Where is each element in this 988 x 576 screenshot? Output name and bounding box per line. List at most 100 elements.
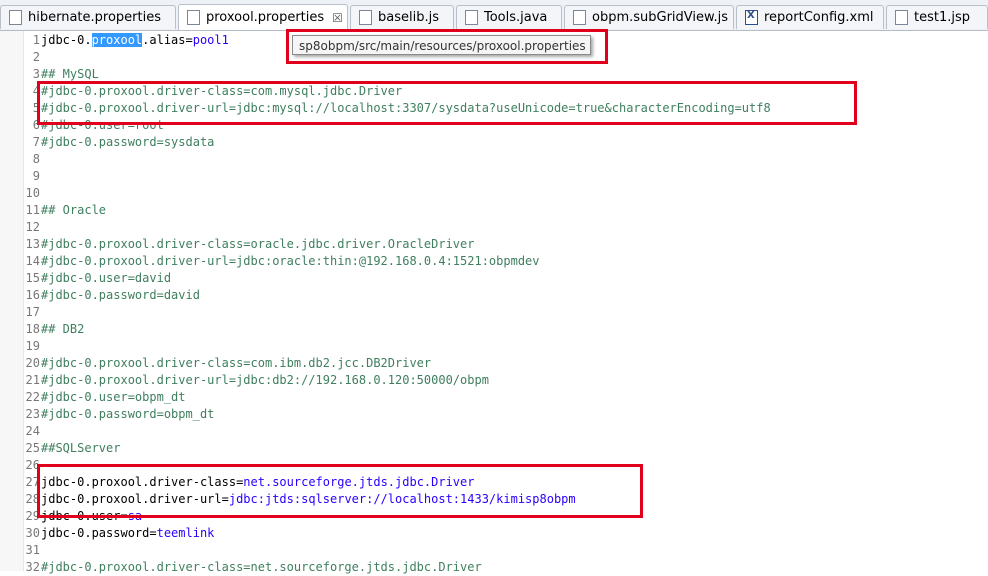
code-line[interactable]: 30 jdbc-0.password=teemlink <box>0 525 988 542</box>
line-code: #jdbc-0.password=david <box>41 287 200 304</box>
code-token: #jdbc-0.proxool.driver-url=jdbc:mysql://… <box>41 101 771 115</box>
code-token: #jdbc-0.user=obpm_dt <box>41 390 186 404</box>
code-line[interactable]: 19 <box>0 338 988 355</box>
code-token: #jdbc-0.password=david <box>41 288 200 302</box>
line-number: 3 <box>32 67 40 81</box>
line-code: ## DB2 <box>41 321 84 338</box>
line-number: 10 <box>25 186 40 200</box>
code-line[interactable]: 17 <box>0 304 988 321</box>
code-line[interactable]: 15 #jdbc-0.user=david <box>0 270 988 287</box>
line-number: 24 <box>25 424 40 438</box>
code-line[interactable]: 4 #jdbc-0.proxool.driver-class=com.mysql.… <box>0 83 988 100</box>
code-token: #jdbc-0.password=obpm_dt <box>41 407 215 421</box>
js-file-icon <box>359 10 372 25</box>
code-line[interactable]: 12 <box>0 219 988 236</box>
line-number: 16 <box>25 288 40 302</box>
code-token: #jdbc-0.proxool.driver-url=jdbc:oracle:t… <box>41 254 540 268</box>
code-line[interactable]: 22 #jdbc-0.user=obpm_dt <box>0 389 988 406</box>
code-token: .alias= <box>142 33 193 47</box>
code-token: jdbc:jtds:sqlserver://localhost:1433/kim… <box>228 492 576 506</box>
line-code: #jdbc-0.proxool.driver-url=jdbc:oracle:t… <box>41 253 540 270</box>
code-token: #jdbc-0.proxool.driver-class=net.sourcef… <box>41 560 482 574</box>
tab-tools-java[interactable]: Tools.java <box>456 5 562 29</box>
line-code: jdbc-0.proxool.driver-class=net.sourcefo… <box>41 474 474 491</box>
code-line[interactable]: 18 ## DB2 <box>0 321 988 338</box>
code-token: jdbc-0.password= <box>41 526 157 540</box>
code-line[interactable]: 8 <box>0 151 988 168</box>
code-token: #jdbc-0.proxool.driver-class=com.mysql.j… <box>41 84 403 98</box>
line-number: 19 <box>25 339 40 353</box>
tab-baselib-js[interactable]: baselib.js <box>350 5 454 29</box>
tab-label: obpm.subGridView.js <box>592 10 728 25</box>
code-token: ## DB2 <box>41 322 85 336</box>
code-token: #jdbc-0.user=david <box>41 271 172 285</box>
tab-label: baselib.js <box>378 10 439 25</box>
tab-label: proxool.properties <box>206 10 325 25</box>
code-line[interactable]: 7 #jdbc-0.password=sysdata <box>0 134 988 151</box>
code-line[interactable]: 20 #jdbc-0.proxool.driver-class=com.ibm.d… <box>0 355 988 372</box>
tab-test1-jsp[interactable]: test1.jsp <box>886 5 988 29</box>
code-line[interactable]: 31 <box>0 542 988 559</box>
line-code: #jdbc-0.password=obpm_dt <box>41 406 214 423</box>
code-line[interactable]: 32 #jdbc-0.proxool.driver-class=net.sourc… <box>0 559 988 576</box>
code-token: ## MySQL <box>41 67 99 81</box>
line-number: 23 <box>25 407 40 421</box>
line-code: #jdbc-0.user=david <box>41 270 171 287</box>
code-line[interactable]: 13 #jdbc-0.proxool.driver-class=oracle.jd… <box>0 236 988 253</box>
code-line[interactable]: 5 #jdbc-0.proxool.driver-url=jdbc:mysql:/… <box>0 100 988 117</box>
line-number: 12 <box>25 220 40 234</box>
line-number: 2 <box>32 50 40 64</box>
line-code: #jdbc-0.password=sysdata <box>41 134 214 151</box>
selected-text: proxool <box>91 33 143 47</box>
code-line[interactable]: 14 #jdbc-0.proxool.driver-url=jdbc:oracle… <box>0 253 988 270</box>
code-line[interactable]: 28 jdbc-0.proxool.driver-url=jdbc:jtds:sq… <box>0 491 988 508</box>
code-line[interactable]: 10 <box>0 185 988 202</box>
code-line[interactable]: 27 jdbc-0.proxool.driver-class=net.source… <box>0 474 988 491</box>
code-line[interactable]: 9 <box>0 168 988 185</box>
line-code: jdbc-0.proxool.driver-url=jdbc:jtds:sqls… <box>41 491 576 508</box>
code-token: pool1 <box>192 33 229 47</box>
code-token: jdbc-0.proxool.driver-class= <box>41 475 244 489</box>
code-line[interactable]: 16 #jdbc-0.password=david <box>0 287 988 304</box>
code-token: jdbc-0. <box>41 33 92 47</box>
java-file-icon <box>465 10 478 25</box>
code-token: #jdbc-0.proxool.driver-class=com.ibm.db2… <box>41 356 432 370</box>
tab-label: test1.jsp <box>914 10 971 25</box>
code-token: sa <box>127 509 143 523</box>
close-tab-icon[interactable]: ☒ <box>332 11 343 25</box>
tab-obpm-subgridview-js[interactable]: obpm.subGridView.js <box>564 5 734 29</box>
line-code: ## Oracle <box>41 202 106 219</box>
line-number: 29 <box>25 509 40 523</box>
line-code: #jdbc-0.proxool.driver-class=net.sourcef… <box>41 559 482 576</box>
code-token: jdbc-0.proxool.driver-url= <box>41 492 229 506</box>
tab-hibernate-properties[interactable]: hibernate.properties <box>0 5 176 29</box>
tab-reportconfig-xml[interactable]: reportConfig.xml <box>736 5 884 29</box>
line-number: 4 <box>32 84 40 98</box>
tab-proxool-properties[interactable]: proxool.properties ☒ <box>178 4 348 30</box>
code-line[interactable]: 6 #jdbc-0.user=root <box>0 117 988 134</box>
text-editor[interactable]: 1 jdbc-0.proxool.alias=pool1 2 3 ## MySQL 4 #j… <box>0 31 988 574</box>
code-line[interactable]: 23 #jdbc-0.password=obpm_dt <box>0 406 988 423</box>
editor-lines: 1 jdbc-0.proxool.alias=pool1 2 3 ## MySQL 4 #j… <box>0 32 988 576</box>
line-number: 27 <box>25 475 40 489</box>
line-number: 32 <box>25 560 40 574</box>
code-line[interactable]: 21 #jdbc-0.proxool.driver-url=jdbc:db2://… <box>0 372 988 389</box>
line-number: 30 <box>25 526 40 540</box>
line-code: jdbc-0.password=teemlink <box>41 525 214 542</box>
line-code: #jdbc-0.proxool.driver-url=jdbc:db2://19… <box>41 372 489 389</box>
code-token: net.sourceforge.jtds.jdbc.Driver <box>243 475 475 489</box>
code-line[interactable]: 29 jdbc-0.user=sa <box>0 508 988 525</box>
line-number: 9 <box>32 169 40 183</box>
code-line[interactable]: 11 ## Oracle <box>0 202 988 219</box>
line-code: ## MySQL <box>41 66 99 83</box>
line-code: #jdbc-0.user=obpm_dt <box>41 389 186 406</box>
editor-tab-bar: hibernate.properties proxool.properties ☒ b… <box>0 0 988 31</box>
line-number: 6 <box>32 118 40 132</box>
code-line[interactable]: 25 ##SQLServer <box>0 440 988 457</box>
code-token: teemlink <box>156 526 215 540</box>
code-line[interactable]: 26 <box>0 457 988 474</box>
code-token: #jdbc-0.password=sysdata <box>41 135 215 149</box>
line-number: 13 <box>25 237 40 251</box>
code-line[interactable]: 24 <box>0 423 988 440</box>
code-line[interactable]: 3 ## MySQL <box>0 66 988 83</box>
